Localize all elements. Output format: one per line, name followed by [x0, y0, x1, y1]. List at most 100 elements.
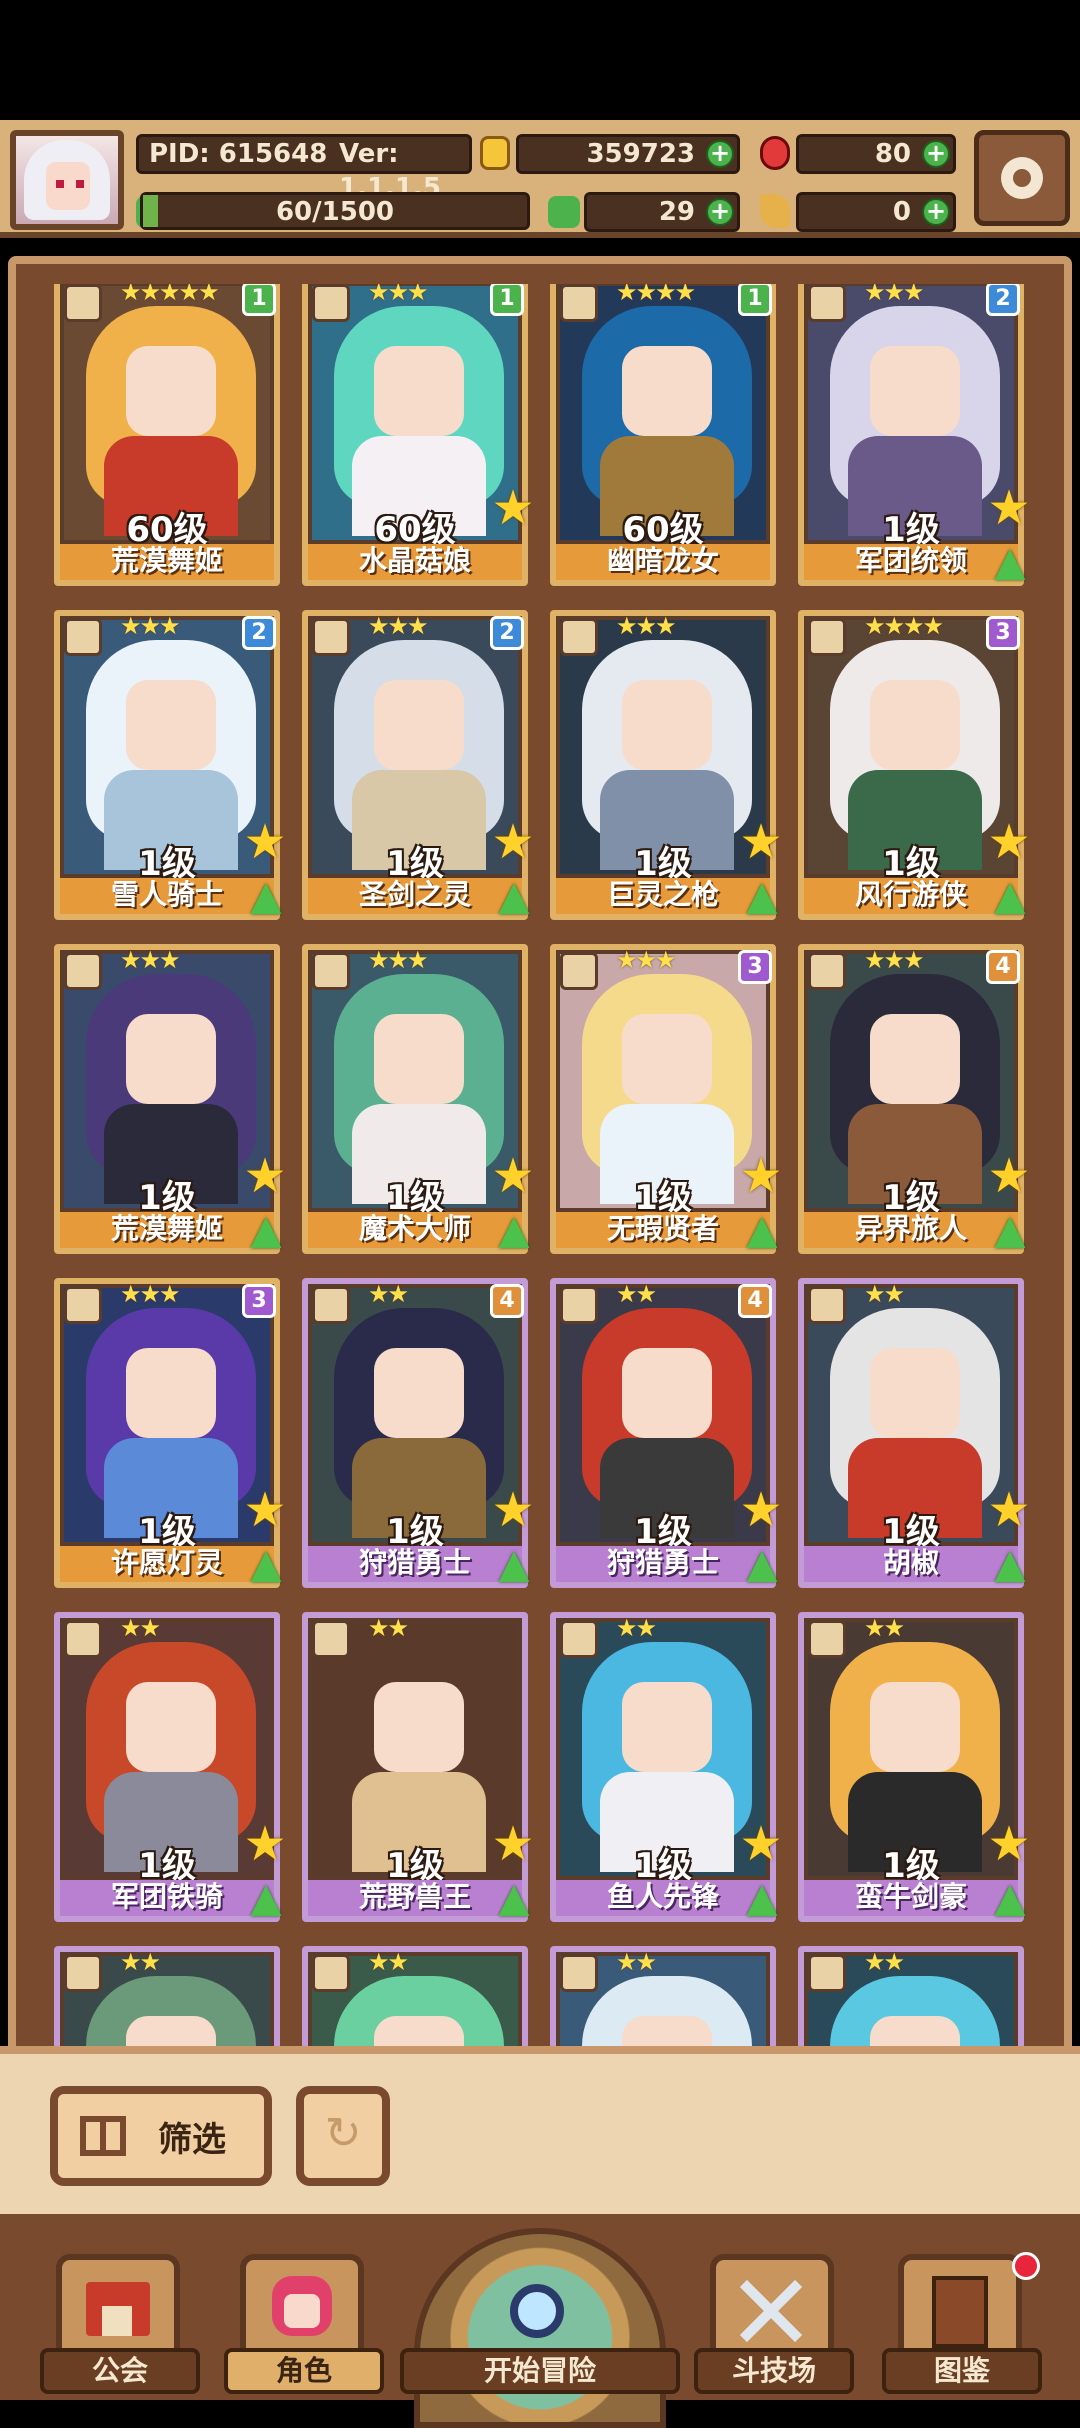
exp-text: 60/1500 — [275, 197, 395, 227]
character-name: 狩猎勇士 — [556, 1546, 770, 1582]
character-card[interactable]: ★★★ 2 1级 圣剑之灵 ★ ▲ — [302, 610, 535, 920]
player-avatar[interactable] — [10, 130, 124, 230]
rarity-stars: ★★ — [864, 1614, 905, 1642]
character-card[interactable]: ★★ 1级 军团铁骑 ★ ▲ — [54, 1612, 287, 1922]
character-name: 巨灵之枪 — [556, 878, 770, 914]
star-upgrade-icon: ★ — [739, 814, 783, 870]
ruby-gem-icon — [760, 136, 790, 170]
pepper-icon — [760, 194, 790, 228]
character-name: 雪人骑士 — [60, 878, 274, 914]
character-name: 许愿灯灵 — [60, 1546, 274, 1582]
grid-icon — [80, 2116, 126, 2156]
rarity-stars: ★★ — [368, 1948, 409, 1976]
nav-codex[interactable]: 图鉴 — [882, 2252, 1042, 2400]
character-card[interactable]: ★★★ 4 1级 异界旅人 ★ ▲ — [798, 944, 1031, 1254]
class-icon — [560, 1954, 598, 1992]
character-panel: ★★★★★ 1 60级 荒漠舞姬 ★★★ 1 60级 水晶菇娘 ★ ★★★★ 1 60级 幽暗龙女 ★★★… — [8, 256, 1072, 2056]
character-card[interactable]: ★★★ 1级 魔术大师 ★ ▲ — [302, 944, 535, 1254]
level-up-arrow-icon: ▲ — [250, 1207, 282, 1253]
level-up-arrow-icon: ▲ — [994, 1875, 1026, 1921]
rarity-stars: ★★ — [864, 1948, 905, 1976]
tier-badge: 2 — [490, 616, 524, 650]
character-name: 无瑕贤者 — [556, 1212, 770, 1248]
rarity-stars: ★★★ — [864, 946, 925, 974]
character-card[interactable]: ★★★ 3 1级 许愿灯灵 ★ ▲ — [54, 1278, 287, 1588]
character-card[interactable]: ★★ 4 1级 狩猎勇士 ★ ▲ — [302, 1278, 535, 1588]
star-upgrade-icon: ★ — [243, 1148, 287, 1204]
class-icon — [64, 1286, 102, 1324]
character-card[interactable]: ★★★ 2 1级 雪人骑士 ★ ▲ — [54, 610, 287, 920]
refresh-icon: ↻ — [324, 2108, 362, 2159]
rarity-stars: ★★★ — [120, 1280, 181, 1308]
rarity-stars: ★★★ — [616, 946, 677, 974]
filter-button[interactable]: 筛选 — [50, 2086, 272, 2186]
settings-button[interactable] — [974, 130, 1070, 226]
class-icon — [808, 952, 846, 990]
star-upgrade-icon: ★ — [987, 1148, 1031, 1204]
character-grid[interactable]: ★★★★★ 1 60级 荒漠舞姬 ★★★ 1 60级 水晶菇娘 ★ ★★★★ 1 60级 幽暗龙女 ★★★… — [32, 284, 1048, 2048]
tier-badge: 1 — [490, 284, 524, 316]
rarity-stars: ★★★★★ — [120, 284, 220, 306]
nav-adventure-label: 开始冒险 — [400, 2348, 680, 2394]
add-ruby-button[interactable]: + — [922, 140, 950, 168]
level-up-arrow-icon: ▲ — [994, 539, 1026, 585]
character-card[interactable]: ★★★ 1级 荒漠舞姬 ★ ▲ — [54, 944, 287, 1254]
reset-button[interactable]: ↻ — [296, 2086, 390, 2186]
nav-arena[interactable]: 斗技场 — [694, 2254, 854, 2400]
class-icon — [312, 1620, 350, 1658]
star-upgrade-icon: ★ — [243, 1816, 287, 1872]
class-icon — [64, 618, 102, 656]
character-card[interactable]: ★★★★★ 1 60级 荒漠舞姬 — [54, 284, 280, 586]
character-card[interactable]: ★★★ 2 1级 军团统领 ★ ▲ — [798, 284, 1031, 586]
filter-label: 筛选 — [158, 2120, 226, 2160]
level-up-arrow-icon: ▲ — [250, 1541, 282, 1587]
class-icon — [312, 618, 350, 656]
nav-arena-label: 斗技场 — [694, 2348, 854, 2394]
class-icon — [312, 284, 350, 322]
class-icon — [808, 1954, 846, 1992]
character-card[interactable]: ★★ — [550, 1946, 776, 2048]
character-card[interactable]: ★★ 1级 荒野兽王 ★ ▲ — [302, 1612, 535, 1922]
character-name: 圣剑之灵 — [308, 878, 522, 914]
character-card[interactable]: ★★★★ 1 60级 幽暗龙女 — [550, 284, 776, 586]
resource-header: PID: 615648 Ver: 1.1.1.5 359723 + 80 + 6… — [0, 120, 1080, 238]
character-card[interactable]: ★★ 1级 蛮牛剑豪 ★ ▲ — [798, 1612, 1031, 1922]
nav-adventure[interactable]: 开始冒险 — [400, 2228, 680, 2428]
class-icon — [312, 952, 350, 990]
character-card[interactable]: ★★ 1级 鱼人先锋 ★ ▲ — [550, 1612, 783, 1922]
character-name: 鱼人先锋 — [556, 1880, 770, 1916]
character-name: 魔术大师 — [308, 1212, 522, 1248]
class-icon — [312, 1286, 350, 1324]
star-upgrade-icon: ★ — [739, 1816, 783, 1872]
level-up-arrow-icon: ▲ — [498, 873, 530, 919]
class-icon — [808, 1620, 846, 1658]
class-icon — [808, 618, 846, 656]
rarity-stars: ★★ — [616, 1280, 657, 1308]
rarity-stars: ★★ — [120, 1948, 161, 1976]
class-icon — [808, 284, 846, 322]
character-card[interactable]: ★★★ 3 1级 无瑕贤者 ★ ▲ — [550, 944, 783, 1254]
star-upgrade-icon: ★ — [243, 814, 287, 870]
add-clover-button[interactable]: + — [706, 198, 734, 226]
add-pepper-button[interactable]: + — [922, 198, 950, 226]
character-card[interactable]: ★★ — [798, 1946, 1024, 2048]
character-name: 异界旅人 — [804, 1212, 1018, 1248]
pepper-value: 0 — [892, 197, 911, 227]
class-icon — [808, 1286, 846, 1324]
character-card[interactable]: ★★ 4 1级 狩猎勇士 ★ ▲ — [550, 1278, 783, 1588]
character-card[interactable]: ★★★★ 3 1级 风行游侠 ★ ▲ — [798, 610, 1031, 920]
character-card[interactable]: ★★ 1级 胡椒 ★ ▲ — [798, 1278, 1031, 1588]
character-card[interactable]: ★★★ 1 60级 水晶菇娘 ★ — [302, 284, 535, 586]
rarity-stars: ★★ — [368, 1280, 409, 1308]
character-name: 蛮牛剑豪 — [804, 1880, 1018, 1916]
add-gold-button[interactable]: + — [706, 140, 734, 168]
character-card[interactable]: ★★★ 1级 巨灵之枪 ★ ▲ — [550, 610, 783, 920]
character-card[interactable]: ★★ — [302, 1946, 528, 2048]
level-up-arrow-icon: ▲ — [498, 1207, 530, 1253]
character-name: 幽暗龙女 — [556, 544, 770, 580]
nav-guild[interactable]: 公会 — [40, 2254, 200, 2400]
magnifier-icon — [510, 2284, 564, 2338]
character-card[interactable]: ★★ — [54, 1946, 280, 2048]
pid-version-panel: PID: 615648 Ver: 1.1.1.5 — [136, 134, 472, 203]
nav-character[interactable]: 角色 — [224, 2254, 384, 2400]
